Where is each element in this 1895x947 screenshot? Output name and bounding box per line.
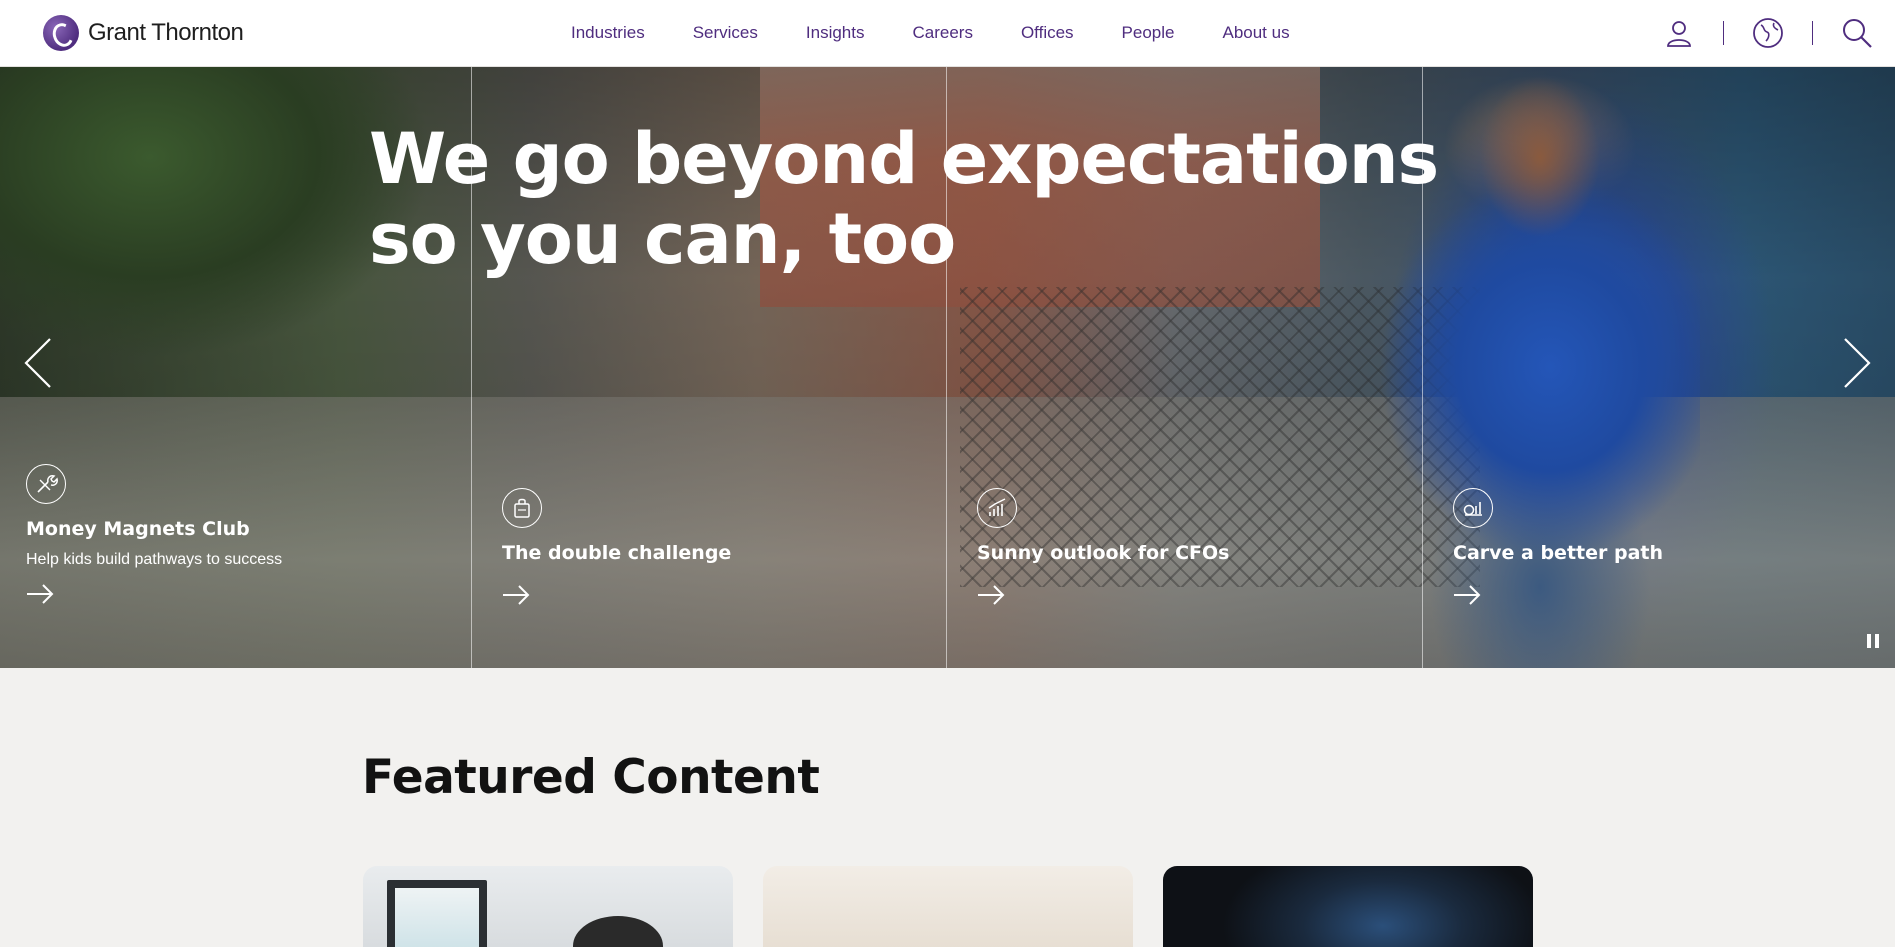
shopping-bag-icon	[502, 488, 542, 528]
growth-chart-icon	[977, 488, 1017, 528]
chevron-right-icon	[1844, 338, 1871, 388]
grant-thornton-logo[interactable]: Grant Thornton	[43, 15, 244, 51]
wrench-icon	[26, 464, 66, 504]
divider	[1812, 21, 1813, 45]
carousel-pause-button[interactable]	[1867, 634, 1879, 648]
user-icon[interactable]	[1663, 17, 1695, 49]
logo-mark-icon	[43, 15, 79, 51]
carousel-prev-button[interactable]	[18, 335, 58, 391]
hero-card-double-challenge[interactable]: The double challenge	[502, 488, 942, 606]
arrow-right-icon	[26, 583, 54, 605]
nav-people[interactable]: People	[1122, 23, 1175, 43]
carousel-next-button[interactable]	[1837, 335, 1877, 391]
nav-industries[interactable]: Industries	[571, 23, 645, 43]
hero-card-title: The double challenge	[502, 542, 732, 564]
hero-headline: We go beyond expectations so you can, to…	[369, 119, 1469, 279]
logo-text: Grant Thornton	[88, 19, 244, 46]
divider	[1723, 21, 1724, 45]
chevron-left-icon	[24, 338, 51, 388]
featured-card-image[interactable]	[363, 866, 733, 947]
hero-card-carve-better-path[interactable]: Carve a better path	[1453, 488, 1893, 606]
utility-nav	[1663, 0, 1895, 66]
presentation-screen-image	[387, 880, 487, 947]
hero-card-subtitle: Help kids build pathways to success	[26, 551, 283, 568]
hero-card-title: Carve a better path	[1453, 542, 1664, 564]
hero-headline-line-1: We go beyond expectations	[369, 118, 1439, 200]
globe-icon[interactable]	[1752, 17, 1784, 49]
hero-headline-line-2: so you can, too	[369, 198, 956, 280]
nav-about-us[interactable]: About us	[1222, 23, 1289, 43]
hero-card-sunny-outlook[interactable]: Sunny outlook for CFOs	[977, 488, 1417, 606]
money-chart-icon	[1453, 488, 1493, 528]
arrow-right-icon	[977, 584, 1005, 606]
featured-card-image[interactable]	[1163, 866, 1533, 947]
pause-icon	[1867, 634, 1871, 648]
featured-content-heading: Featured Content	[362, 750, 820, 805]
hero-card-money-magnets-club[interactable]: Money Magnets Club Help kids build pathw…	[26, 464, 466, 605]
hero-card-title: Money Magnets Club	[26, 518, 250, 540]
nav-services[interactable]: Services	[693, 23, 758, 43]
nav-careers[interactable]: Careers	[912, 23, 972, 43]
nav-offices[interactable]: Offices	[1021, 23, 1074, 43]
person-image	[573, 916, 663, 947]
nav-insights[interactable]: Insights	[806, 23, 865, 43]
pause-icon	[1875, 634, 1879, 648]
featured-card-image[interactable]	[763, 866, 1133, 947]
hero-card-title: Sunny outlook for CFOs	[977, 542, 1230, 564]
site-header: Grant Thornton Industries Services Insig…	[0, 0, 1895, 67]
arrow-right-icon	[502, 584, 530, 606]
main-nav: Industries Services Insights Careers Off…	[571, 0, 1338, 66]
search-icon[interactable]	[1841, 17, 1873, 49]
hero-carousel: We go beyond expectations so you can, to…	[0, 67, 1895, 668]
arrow-right-icon	[1453, 584, 1481, 606]
